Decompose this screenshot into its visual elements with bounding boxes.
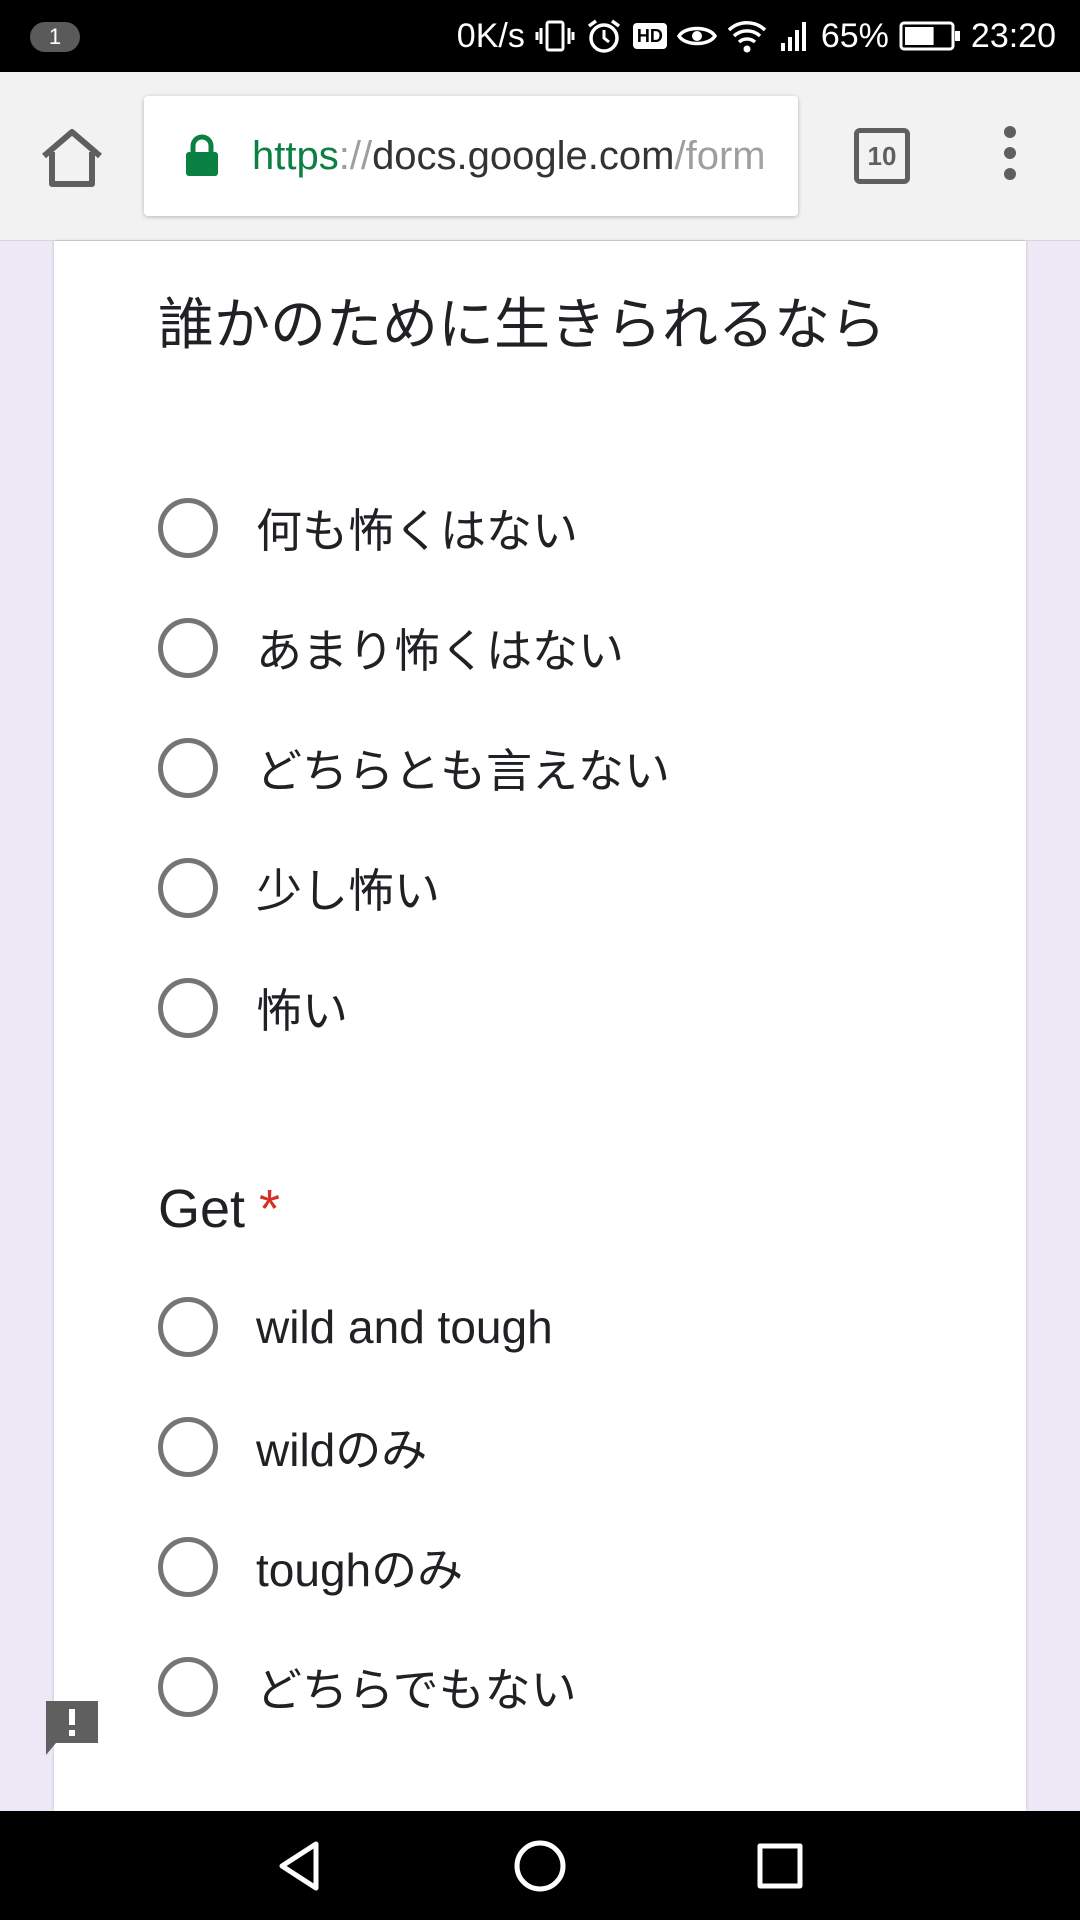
alarm-icon (585, 17, 623, 55)
feedback-button[interactable] (42, 1697, 102, 1757)
radio-button[interactable] (158, 978, 218, 1038)
recents-square-icon (757, 1843, 803, 1889)
tab-switcher-button[interactable]: 10 (854, 128, 910, 184)
battery-icon (899, 20, 961, 52)
url-fade (758, 96, 798, 216)
url-host: docs.google.com (372, 134, 675, 178)
radio-button[interactable] (158, 1537, 218, 1597)
option-label: どちらとも言えない (256, 744, 670, 798)
more-vert-icon[interactable] (996, 126, 1024, 190)
question-1-option-5[interactable]: 怖い (158, 968, 348, 1048)
home-circle-icon (514, 1840, 566, 1892)
url-path: /form (674, 134, 766, 178)
option-label: wild and tough (256, 1301, 553, 1353)
battery-percent: 65% (820, 16, 889, 55)
option-label: 怖い (256, 984, 348, 1038)
home-nav-button[interactable] (512, 1838, 568, 1894)
radio-button[interactable] (158, 618, 218, 678)
url-scheme: https (252, 134, 339, 178)
question-2-title: Get * (158, 1169, 938, 1249)
radio-button[interactable] (158, 1297, 218, 1357)
url-text: https://docs.google.com/form (252, 96, 766, 216)
question-1-option-3[interactable]: どちらとも言えない (158, 728, 670, 808)
navigation-bar (0, 1811, 1080, 1920)
wifi-icon (727, 18, 767, 54)
address-bar[interactable]: https://docs.google.com/form (144, 96, 798, 216)
lock-icon (184, 134, 220, 182)
net-speed: 0K/s (456, 16, 525, 55)
option-label: どちらでもない (256, 1663, 577, 1717)
required-marker: * (259, 1179, 281, 1239)
status-icons: 0K/s HD 65% 23:20 (457, 0, 1056, 72)
signal-icon (777, 19, 811, 53)
question-1: 誰かのために生きられるなら 何も怖くはない あまり怖くはない どちらとも言えない… (158, 286, 938, 1038)
question-1-option-2[interactable]: あまり怖くはない (158, 608, 624, 688)
feedback-icon (46, 1701, 98, 1755)
notification-count-badge: 1 (30, 22, 80, 52)
question-2-option-1[interactable]: wild and tough (158, 1287, 553, 1367)
radio-button[interactable] (158, 498, 218, 558)
question-2-option-2[interactable]: wildのみ (158, 1407, 427, 1487)
form-card: 誰かのために生きられるなら 何も怖くはない あまり怖くはない どちらとも言えない… (54, 241, 1026, 1811)
question-1-title: 誰かのために生きられるなら (158, 293, 886, 358)
option-label: あまり怖くはない (256, 624, 624, 678)
question-2-option-4[interactable]: どちらでもない (158, 1647, 577, 1727)
option-label: wildのみ (256, 1424, 428, 1476)
radio-button[interactable] (158, 858, 218, 918)
radio-button[interactable] (158, 1657, 218, 1717)
back-button[interactable] (272, 1838, 328, 1894)
clock-time: 23:20 (970, 16, 1056, 55)
option-label: 何も怖くはない (256, 504, 578, 558)
vibrate-icon (535, 16, 575, 56)
question-1-option-1[interactable]: 何も怖くはない (158, 488, 578, 568)
question-2-title-text: Get (158, 1179, 246, 1239)
eye-icon (676, 20, 717, 52)
question-2-option-3[interactable]: toughのみ (158, 1527, 463, 1607)
hd-badge: HD (632, 23, 667, 49)
browser-toolbar: https://docs.google.com/form 10 (0, 72, 1080, 241)
option-label: 少し怖い (256, 864, 440, 918)
radio-button[interactable] (158, 1417, 218, 1477)
radio-button[interactable] (158, 738, 218, 798)
home-icon (42, 129, 102, 187)
question-2: Get * wild and tough wildのみ toughのみ どちらでも… (158, 1169, 938, 1717)
option-label: toughのみ (256, 1544, 464, 1596)
home-button[interactable] (36, 126, 108, 190)
status-bar: 1 0K/s HD 65% 23:20 (0, 0, 1080, 72)
recents-button[interactable] (752, 1838, 808, 1894)
back-triangle-icon (279, 1841, 319, 1891)
url-separator: :// (338, 134, 373, 178)
question-1-option-4[interactable]: 少し怖い (158, 848, 440, 928)
